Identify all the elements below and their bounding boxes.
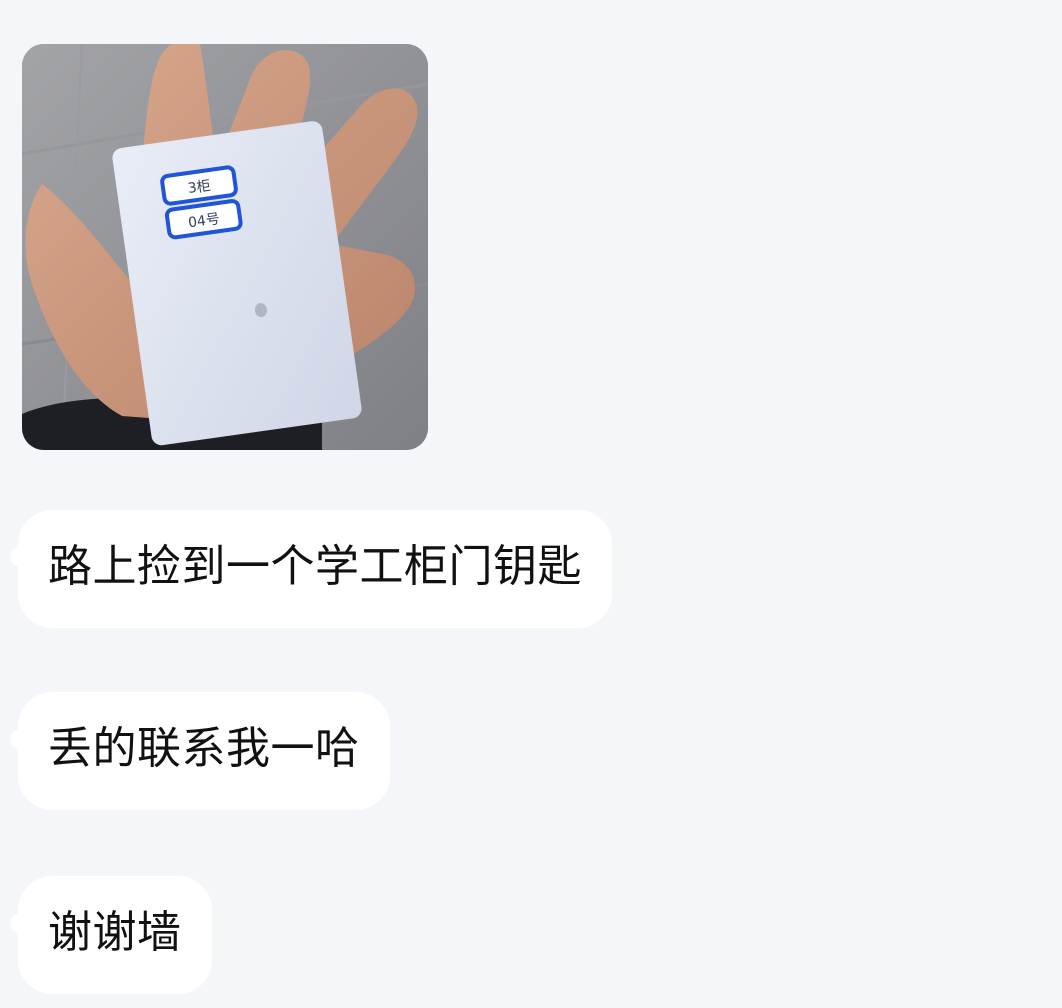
key-card-photo: 3柜 04号 [22, 44, 428, 450]
message-text: 路上捡到一个学工柜门钥匙 [48, 541, 582, 592]
message-image[interactable]: 3柜 04号 [22, 44, 428, 450]
message-bubble[interactable]: 谢谢墙 [18, 876, 212, 994]
chat-area: 3柜 04号 路上捡到一个学工柜门钥匙 丢的联系我一哈 谢谢墙 [0, 0, 1062, 1008]
message-bubble[interactable]: 路上捡到一个学工柜门钥匙 [18, 510, 612, 628]
message-bubble[interactable]: 丢的联系我一哈 [18, 692, 390, 810]
message-text: 谢谢墙 [48, 907, 182, 958]
tag-top-text: 3柜 [187, 178, 212, 197]
message-text: 丢的联系我一哈 [48, 723, 360, 774]
